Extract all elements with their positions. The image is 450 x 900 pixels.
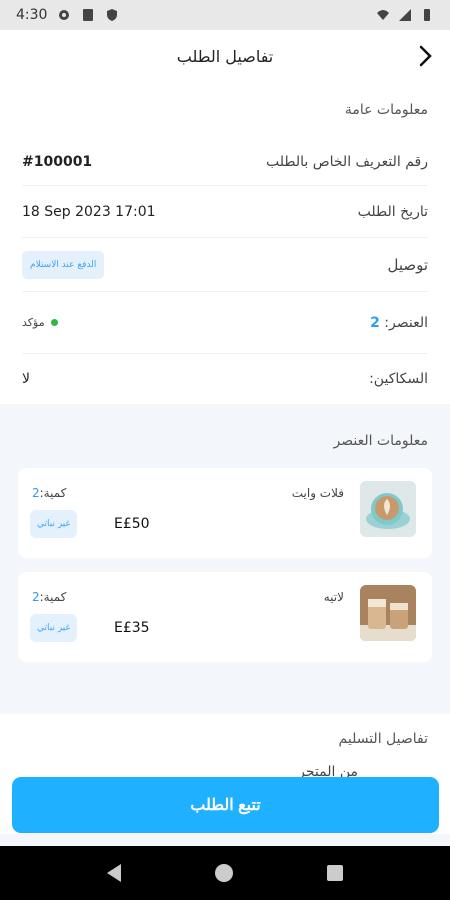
status-bar-right: [376, 8, 434, 22]
status-dot-icon: [50, 319, 58, 326]
order-id-value: #100001: [22, 153, 93, 170]
order-id-row: رقم التعريف الخاص بالطلب #100001: [22, 138, 428, 186]
item-price: E£35: [114, 620, 150, 636]
items-count-value: 2: [370, 314, 380, 331]
item-name: فلات وايت: [291, 486, 344, 500]
delivery-type-row: توصيل الدفع عند الاستلام: [22, 238, 428, 292]
nav-back-icon[interactable]: [107, 864, 121, 882]
items-section-title: معلومات العنصر: [333, 433, 428, 449]
back-chevron-icon[interactable]: [412, 43, 438, 69]
item-quantity-value: 2: [32, 590, 40, 604]
nav-recent-apps-icon[interactable]: [327, 865, 343, 881]
item-card[interactable]: فلات وايت كمية:2 غير نباتي E£50: [18, 468, 432, 558]
settings-gear-icon: [59, 10, 70, 20]
order-status-text: مؤكد: [22, 316, 45, 329]
delivery-details-title: تفاصيل التسليم: [338, 731, 428, 747]
wifi-icon: [377, 10, 389, 20]
status-bar: 4:30: [0, 0, 450, 30]
system-nav-bar: [0, 846, 450, 900]
item-diet-tag: غير نباتي: [30, 510, 78, 538]
order-date-label: تاريخ الطلب: [357, 203, 428, 220]
app-header: تفاصيل الطلب: [0, 30, 450, 82]
order-date-row: تاريخ الطلب 18 Sep 2023 17:01: [22, 186, 428, 238]
order-id-label: رقم التعريف الخاص بالطلب: [265, 153, 428, 170]
items-label-text: العنصر:: [384, 314, 428, 331]
cutlery-label: السكاكين:: [369, 371, 428, 387]
status-bar-left: 4:30: [16, 7, 119, 23]
flat-white-image: [360, 481, 416, 537]
signal-icon: [399, 9, 411, 21]
cutlery-row: السكاكين: لا: [22, 354, 428, 404]
item-card[interactable]: لاتيه كمية:2 غير نباتي E£35: [18, 572, 432, 662]
item-quantity-label: كمية:: [39, 590, 67, 604]
item-quantity: كمية:2: [32, 590, 66, 604]
items-count-label: العنصر: 2: [370, 315, 428, 331]
latte-image: [360, 585, 416, 641]
order-date-value: 18 Sep 2023 17:01: [22, 203, 156, 220]
general-info-title: معلومات عامة: [344, 102, 428, 118]
order-status: مؤكد: [22, 316, 58, 329]
items-count-row: العنصر: 2 مؤكد: [22, 292, 428, 354]
battery-icon: [424, 9, 430, 21]
items-section: معلومات العنصر فلات وايت كمية:2 غير نبات…: [0, 414, 450, 662]
shield-icon: [107, 9, 118, 21]
general-info-card: معلومات عامة رقم التعريف الخاص بالطلب #1…: [0, 82, 450, 404]
delivery-type-label: توصيل: [387, 255, 428, 274]
item-quantity-label: كمية:: [39, 486, 67, 500]
item-price: E£50: [114, 516, 150, 532]
sim-card-icon: [83, 9, 94, 21]
status-time: 4:30: [16, 7, 48, 23]
item-quantity-value: 2: [32, 486, 40, 500]
item-quantity: كمية:2: [32, 486, 66, 500]
content: معلومات عامة رقم التعريف الخاص بالطلب #1…: [0, 82, 450, 834]
track-order-button[interactable]: تتبع الطلب: [12, 777, 439, 833]
page-title: تفاصيل الطلب: [176, 46, 274, 66]
item-diet-tag: غير نباتي: [30, 614, 78, 642]
nav-home-icon[interactable]: [215, 864, 233, 882]
payment-method-badge: الدفع عند الاستلام: [22, 250, 105, 279]
item-name: لاتيه: [323, 590, 344, 604]
cutlery-value: لا: [22, 371, 30, 387]
